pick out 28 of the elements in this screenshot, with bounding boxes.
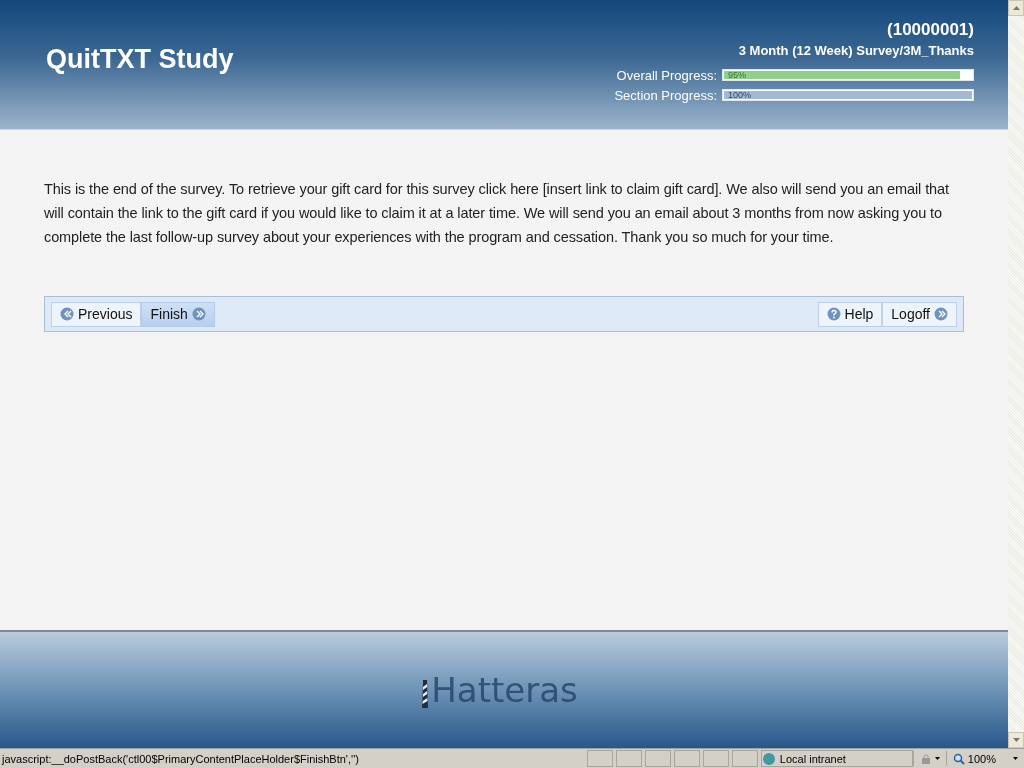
previous-button[interactable]: Previous bbox=[51, 301, 142, 327]
progress-label: Overall Progress: bbox=[616, 67, 717, 83]
caret-icon[interactable] bbox=[934, 757, 940, 760]
progress-label: Section Progress: bbox=[614, 87, 717, 103]
zone-text: Local intranet bbox=[779, 752, 846, 765]
end-message: This is the end of the survey. To retrieve your gift card for this survey click here [insert link to claim gift card]. We also will send you an email that will contain the link to the gift card if you would like to claim it at a later time. We will send you an email about 3 months from now asking you to complete the last follow-up survey about your experiences with the program and cessation. Thank you so much for your time. bbox=[44, 180, 950, 247]
forward-button[interactable]: Logoff bbox=[882, 301, 957, 327]
status-text: javascript:__doPostBack('ctl00$PrimaryContentPlaceHolder$FinishBtn','') bbox=[0, 752, 360, 765]
help-button[interactable]: Help bbox=[817, 301, 883, 327]
up-arrow-icon[interactable] bbox=[1012, 6, 1020, 10]
lighthouse-icon bbox=[420, 678, 431, 710]
caret-icon[interactable] bbox=[1013, 757, 1018, 760]
rewind-icon bbox=[60, 307, 74, 321]
zoom-icon[interactable] bbox=[952, 752, 965, 765]
fast-forward-icon bbox=[191, 307, 206, 321]
logo-text: Hatteras bbox=[431, 670, 578, 710]
participant-id: (10000001) bbox=[887, 20, 974, 40]
down-arrow-icon[interactable] bbox=[1012, 738, 1020, 742]
survey-path: 3 Month (12 Week) Survey/3M_Thanks bbox=[738, 43, 974, 58]
progress-reading: 100% bbox=[728, 90, 752, 101]
scrollbar[interactable] bbox=[1008, 0, 1024, 748]
app-title: QuitTXT Study bbox=[46, 44, 234, 75]
fast-forward-icon bbox=[934, 307, 948, 321]
help-icon bbox=[826, 307, 841, 321]
zoom-level[interactable]: 100% bbox=[967, 752, 996, 765]
globe-icon bbox=[761, 751, 776, 766]
forward-button[interactable]: Finish bbox=[141, 301, 215, 327]
progress-reading: 95% bbox=[728, 70, 746, 81]
